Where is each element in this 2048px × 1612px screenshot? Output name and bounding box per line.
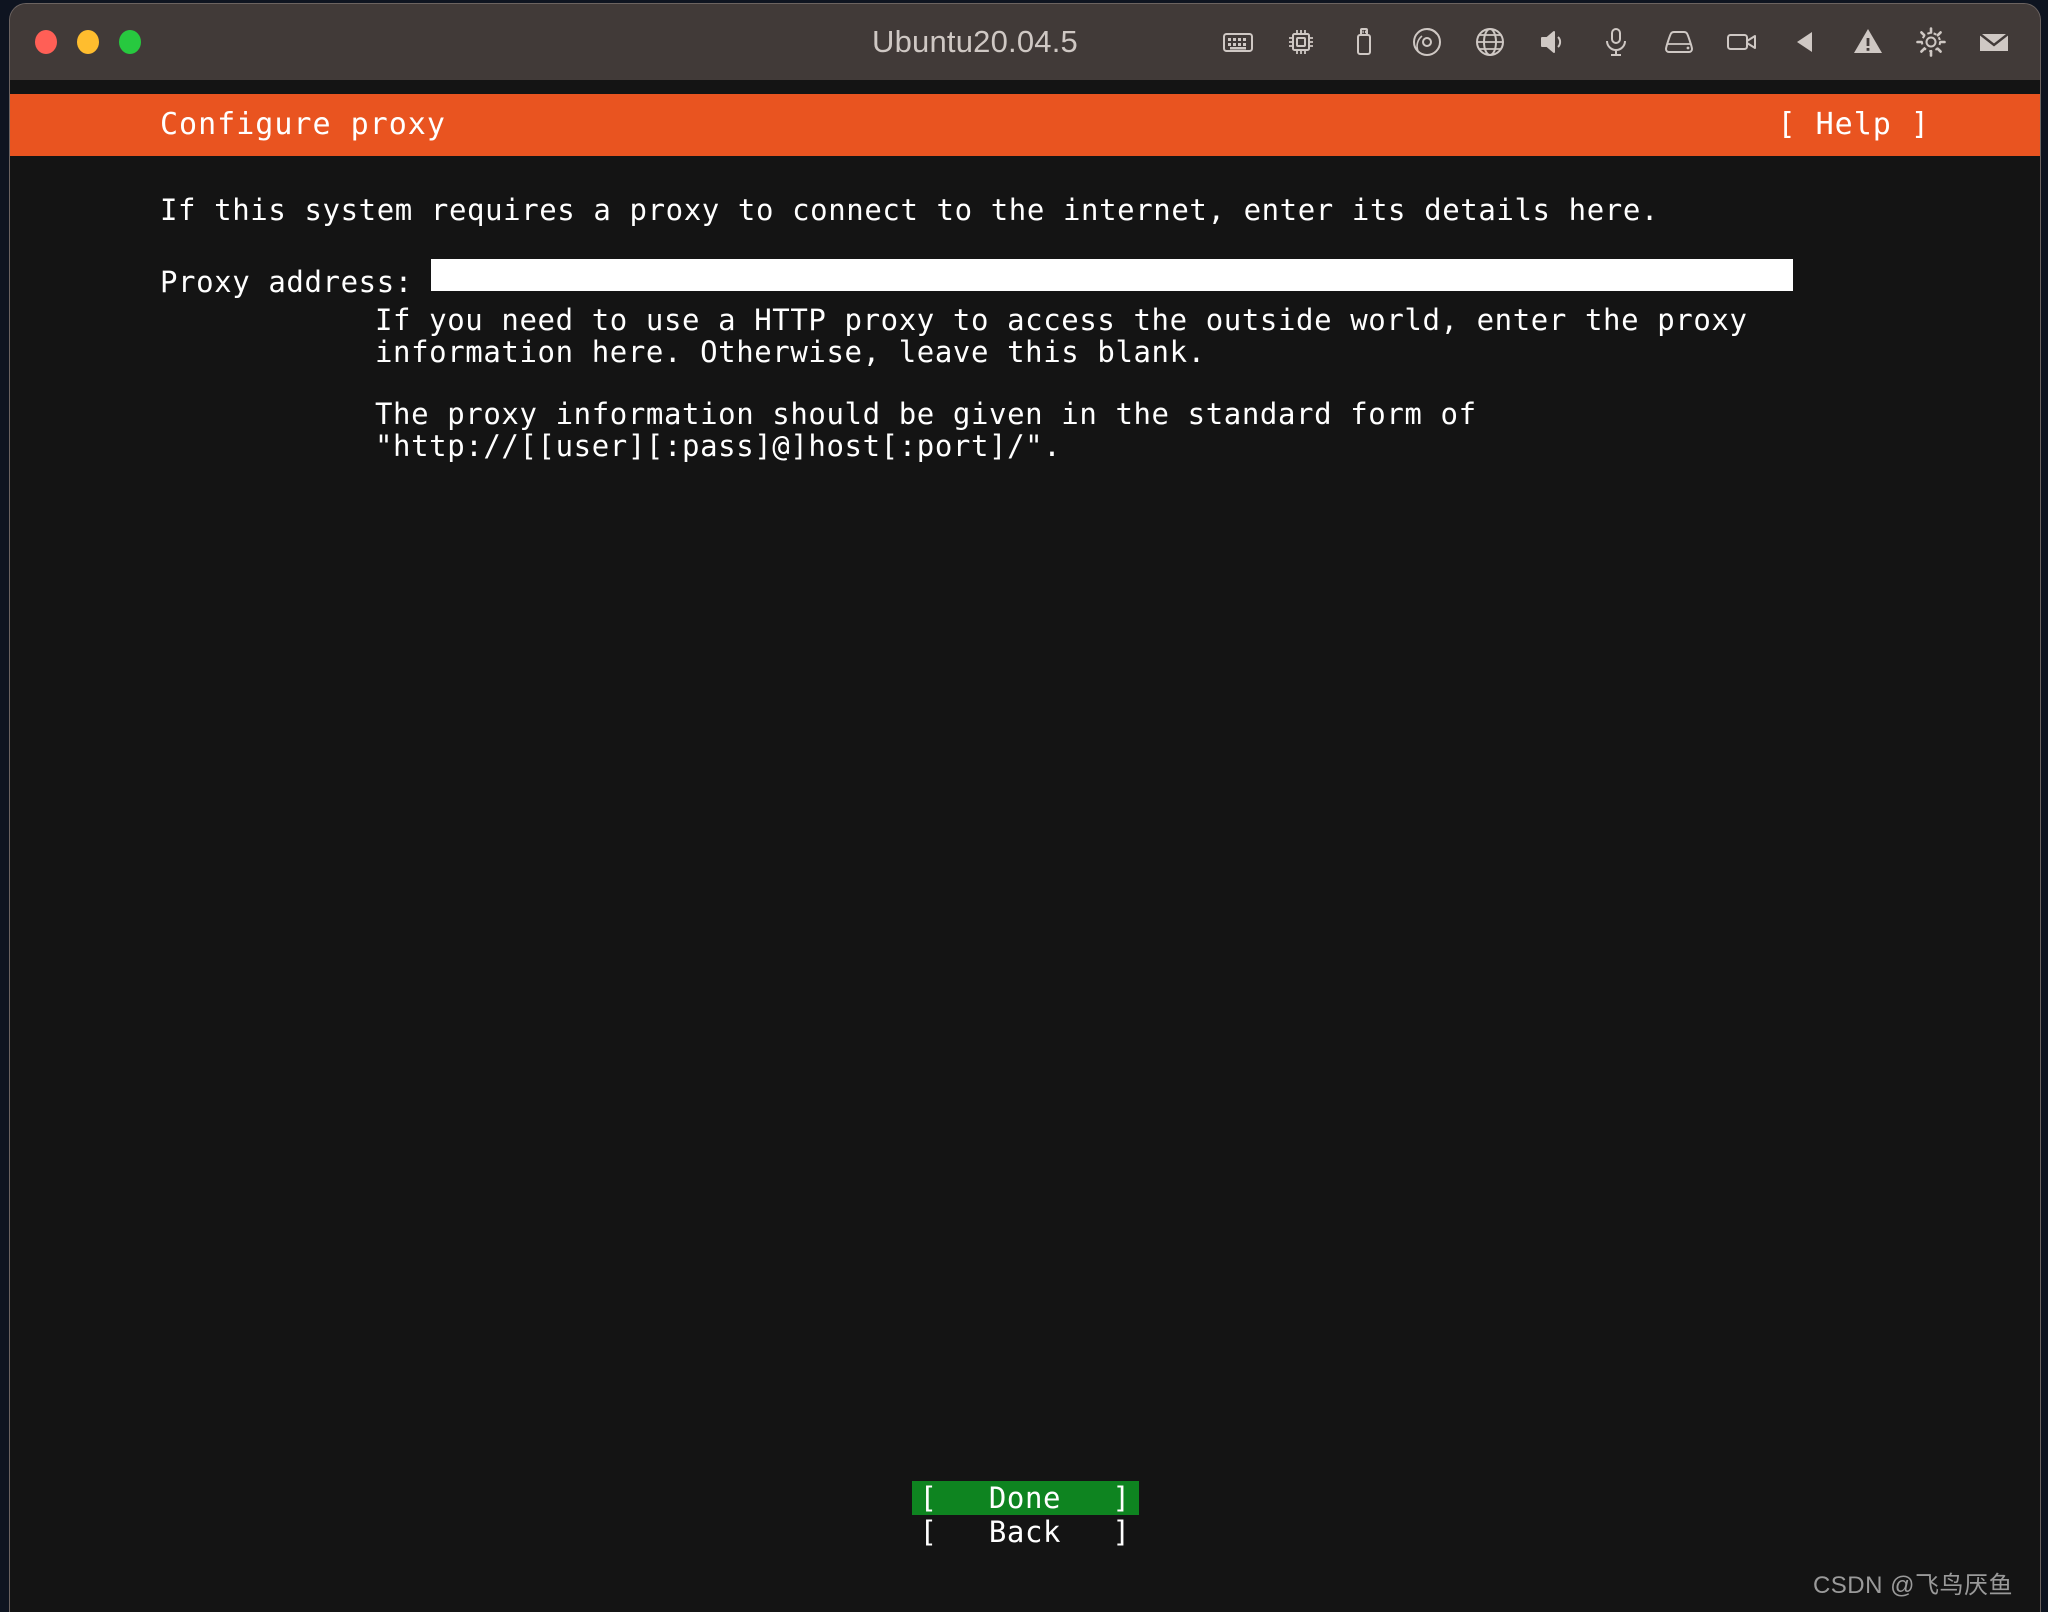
- back-button-wrap: [ Back ]: [912, 1515, 1139, 1549]
- screen-top-gap: [10, 80, 2040, 94]
- mail-icon[interactable]: [1976, 24, 2012, 60]
- installer-screen: Configure proxy [ Help ] If this system …: [10, 80, 2040, 1612]
- gear-icon[interactable]: [1913, 24, 1949, 60]
- vm-window: Ubuntu20.04.5 Configure proxy [Help] I…: [10, 4, 2040, 1612]
- microphone-icon[interactable]: [1598, 24, 1634, 60]
- proxy-address-row: Proxy address:: [160, 259, 2040, 298]
- done-button-wrap: [ Done ]: [911, 1481, 1139, 1515]
- window-controls: [35, 30, 141, 54]
- help-paragraph-1: If you need to use a HTTP proxy to acces…: [375, 304, 2040, 368]
- back-close-bracket: ]: [1112, 1515, 1131, 1549]
- maximize-button[interactable]: [119, 30, 141, 54]
- intro-text: If this system requires a proxy to conne…: [160, 193, 1659, 227]
- play-back-icon[interactable]: [1787, 24, 1823, 60]
- help-button[interactable]: [ Help ]: [1778, 110, 1931, 140]
- warning-icon[interactable]: [1850, 24, 1886, 60]
- vm-status-toolbar: [1220, 24, 2012, 60]
- proxy-address-label: Proxy address:: [160, 265, 413, 299]
- speaker-icon[interactable]: [1535, 24, 1571, 60]
- hard-drive-icon[interactable]: [1661, 24, 1697, 60]
- proxy-address-input[interactable]: [430, 259, 1793, 291]
- page-title: Configure proxy: [160, 107, 446, 142]
- cpu-icon[interactable]: [1283, 24, 1319, 60]
- minimize-button[interactable]: [77, 30, 99, 54]
- help-p2-line-2: "http://[[user][:pass]@]host[:port]/".: [375, 429, 1062, 463]
- desktop-backdrop: Ubuntu20.04.5 Configure proxy [Help] I…: [0, 0, 2048, 1612]
- back-open-bracket: [: [919, 1515, 938, 1549]
- done-button[interactable]: [ Done ]: [911, 1481, 1139, 1515]
- back-button[interactable]: [ Back ]: [912, 1515, 1139, 1549]
- back-button-label: Back: [988, 1515, 1062, 1549]
- help-p1-line-1: If you need to use a HTTP proxy to acces…: [375, 303, 1748, 337]
- installer-action-buttons: [ Done ] [ Back ]: [10, 1481, 2040, 1549]
- proxy-help-text: If you need to use a HTTP proxy to acces…: [375, 304, 2040, 462]
- help-p1-line-2: information here. Otherwise, leave this …: [375, 335, 1206, 369]
- keyboard-icon[interactable]: [1220, 24, 1256, 60]
- help-paragraph-2: The proxy information should be given in…: [375, 398, 2040, 462]
- network-globe-icon[interactable]: [1472, 24, 1508, 60]
- installer-content: If this system requires a proxy to conne…: [10, 194, 2040, 462]
- optical-disc-icon[interactable]: [1409, 24, 1445, 60]
- usb-drive-icon[interactable]: [1346, 24, 1382, 60]
- done-close-bracket: ]: [1112, 1481, 1131, 1515]
- done-button-label: Done: [988, 1481, 1062, 1515]
- done-open-bracket: [: [919, 1481, 938, 1515]
- video-camera-icon[interactable]: [1724, 24, 1760, 60]
- window-titlebar: Ubuntu20.04.5: [10, 4, 2040, 80]
- watermark: CSDN @飞鸟厌鱼: [1812, 1572, 2013, 1599]
- close-button[interactable]: [35, 30, 57, 54]
- help-p2-line-1: The proxy information should be given in…: [375, 397, 1477, 431]
- installer-header-bar: Configure proxy [ Help ]: [10, 94, 2040, 156]
